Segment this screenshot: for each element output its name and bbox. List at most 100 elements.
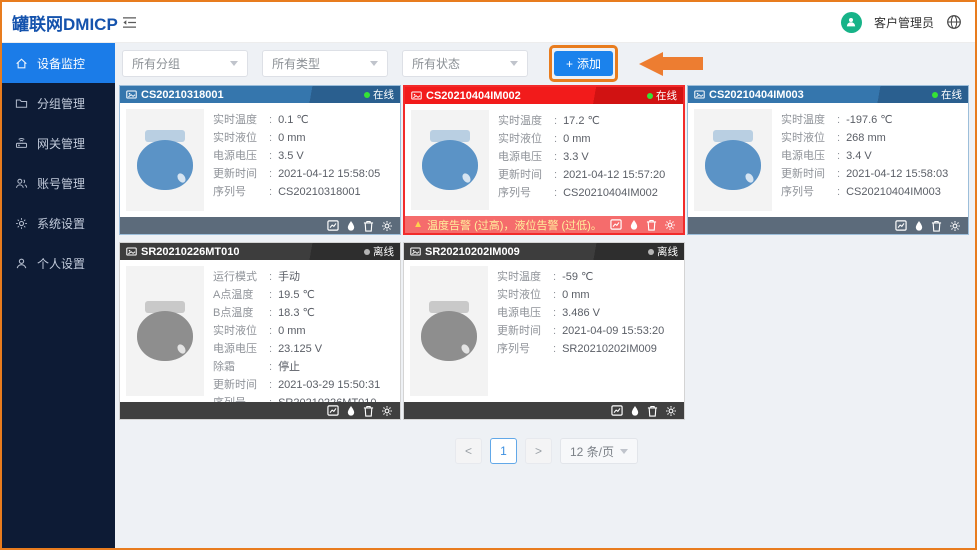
add-device-button[interactable]: + 添加	[554, 51, 613, 76]
settings-icon[interactable]	[949, 220, 961, 232]
status-filter-select[interactable]: 所有状态	[402, 50, 528, 77]
language-globe-icon[interactable]	[946, 14, 962, 30]
info-label: 更新时间	[498, 166, 552, 184]
info-separator: :	[553, 322, 556, 340]
droplet-icon[interactable]	[630, 405, 640, 417]
settings-icon[interactable]	[381, 405, 393, 417]
pagination: < 1 > 12 条/页	[118, 438, 975, 464]
prev-page-button[interactable]: <	[455, 438, 482, 464]
info-row: 实时液位:0 mm	[498, 130, 677, 148]
chart-icon[interactable]	[895, 220, 907, 231]
settings-icon[interactable]	[381, 220, 393, 232]
info-separator: :	[554, 148, 557, 166]
tank-image	[126, 109, 204, 211]
device-monitor-page: 罐联网DMICP 客户管理员 设备监控分组管理网关管理账号管理系统设置个人设置 …	[0, 0, 977, 550]
info-label: 实时液位	[213, 129, 267, 147]
droplet-icon[interactable]	[346, 405, 356, 417]
card-header: CS20210318001 在线	[120, 86, 400, 103]
next-page-button[interactable]: >	[525, 438, 552, 464]
trash-icon[interactable]	[363, 405, 374, 417]
chart-icon[interactable]	[327, 405, 339, 416]
device-card: CS20210404IM002在线实时温度:17.2 ℃实时液位:0 mm电源电…	[403, 85, 685, 235]
sidebar-item-3[interactable]: 网关管理	[2, 123, 115, 163]
device-id: CS20210318001	[141, 89, 224, 101]
device-info: 实时温度:17.2 ℃实时液位:0 mm电源电压:3.3 V更新时间:2021-…	[498, 110, 677, 210]
filter-bar: 所有分组 所有类型 所有状态 + 添加	[122, 50, 975, 77]
info-row: 电源电压:3.4 V	[781, 147, 962, 165]
info-separator: :	[269, 165, 272, 183]
info-separator: :	[269, 322, 272, 340]
status-badge: 离线	[364, 244, 394, 259]
settings-icon[interactable]	[665, 405, 677, 417]
page-size-select[interactable]: 12 条/页	[560, 438, 638, 464]
info-value: CS20210404IM003	[846, 183, 941, 201]
info-row: 更新时间:2021-03-29 15:50:31	[213, 376, 394, 394]
info-row: 更新时间:2021-04-12 15:58:03	[781, 165, 962, 183]
info-separator: :	[837, 147, 840, 165]
trash-icon[interactable]	[363, 220, 374, 232]
trash-icon[interactable]	[931, 220, 942, 232]
info-row: 电源电压:23.125 V	[213, 340, 394, 358]
info-label: 序列号	[213, 183, 267, 201]
topbar: 罐联网DMICP 客户管理员	[2, 2, 975, 43]
sidebar-item-2[interactable]: 分组管理	[2, 83, 115, 123]
avatar[interactable]	[841, 12, 862, 33]
settings-icon[interactable]	[664, 219, 676, 231]
info-row: 电源电压:3.3 V	[498, 148, 677, 166]
tank-image	[410, 266, 488, 396]
trash-icon[interactable]	[646, 219, 657, 231]
group-filter-select[interactable]: 所有分组	[122, 50, 248, 77]
chart-icon[interactable]	[610, 219, 622, 230]
card-header: SR20210202IM009离线	[404, 243, 684, 260]
collapse-menu-icon[interactable]	[122, 16, 137, 29]
info-label: 实时液位	[781, 129, 835, 147]
sidebar-item-1[interactable]: 设备监控	[2, 43, 115, 83]
info-row: B点温度:18.3 ℃	[213, 304, 394, 322]
droplet-icon[interactable]	[346, 220, 356, 232]
info-label: 电源电压	[498, 148, 552, 166]
type-filter-select[interactable]: 所有类型	[262, 50, 388, 77]
page-size-value: 12 条/页	[570, 443, 614, 460]
info-label: 序列号	[781, 183, 835, 201]
droplet-icon[interactable]	[914, 220, 924, 232]
sidebar-item-label: 系统设置	[37, 215, 85, 232]
tank-image	[694, 109, 772, 211]
info-value: 0 mm	[562, 286, 590, 304]
tank-image	[126, 266, 204, 396]
monitor-home-icon	[15, 57, 28, 70]
info-row: 序列号:CS20210318001	[213, 183, 394, 201]
info-row: 实时温度:-197.6 ℃	[781, 111, 962, 129]
chart-icon[interactable]	[327, 220, 339, 231]
info-label: 序列号	[498, 184, 552, 202]
device-image-icon	[126, 246, 137, 257]
add-button-label: 添加	[577, 55, 601, 72]
status-badge: 在线	[364, 87, 394, 102]
info-value: 3.4 V	[846, 147, 872, 165]
info-row: 实时温度:17.2 ℃	[498, 112, 677, 130]
tank-icon	[705, 130, 761, 190]
status-badge: 在线	[932, 87, 962, 102]
info-value: 17.2 ℃	[563, 112, 600, 130]
user-name: 客户管理员	[874, 14, 934, 31]
card-footer	[688, 217, 968, 234]
sidebar-item-4[interactable]: 账号管理	[2, 163, 115, 203]
trash-icon[interactable]	[647, 405, 658, 417]
tank-icon	[137, 130, 193, 190]
page-1-button[interactable]: 1	[490, 438, 517, 464]
device-card: CS20210318001在线实时温度:0.1 ℃实时液位:0 mm电源电压:3…	[119, 85, 401, 235]
info-separator: :	[554, 166, 557, 184]
chart-icon[interactable]	[611, 405, 623, 416]
droplet-icon[interactable]	[629, 219, 639, 231]
sidebar-item-6[interactable]: 个人设置	[2, 243, 115, 283]
info-separator: :	[837, 129, 840, 147]
info-value: 0 mm	[278, 129, 306, 147]
arrow-head	[639, 52, 663, 76]
info-label: 电源电压	[781, 147, 835, 165]
device-cards-row-2: SR20210226MT010离线运行模式:手动A点温度:19.5 ℃B点温度:…	[119, 242, 975, 420]
sidebar-item-5[interactable]: 系统设置	[2, 203, 115, 243]
info-row: 实时温度:0.1 ℃	[213, 111, 394, 129]
info-label: 电源电压	[213, 340, 267, 358]
device-card: CS20210404IM003在线实时温度:-197.6 ℃实时液位:268 m…	[687, 85, 969, 235]
warning-icon: ▲	[413, 219, 423, 230]
card-body: 运行模式:手动A点温度:19.5 ℃B点温度:18.3 ℃实时液位:0 mm电源…	[120, 260, 400, 402]
